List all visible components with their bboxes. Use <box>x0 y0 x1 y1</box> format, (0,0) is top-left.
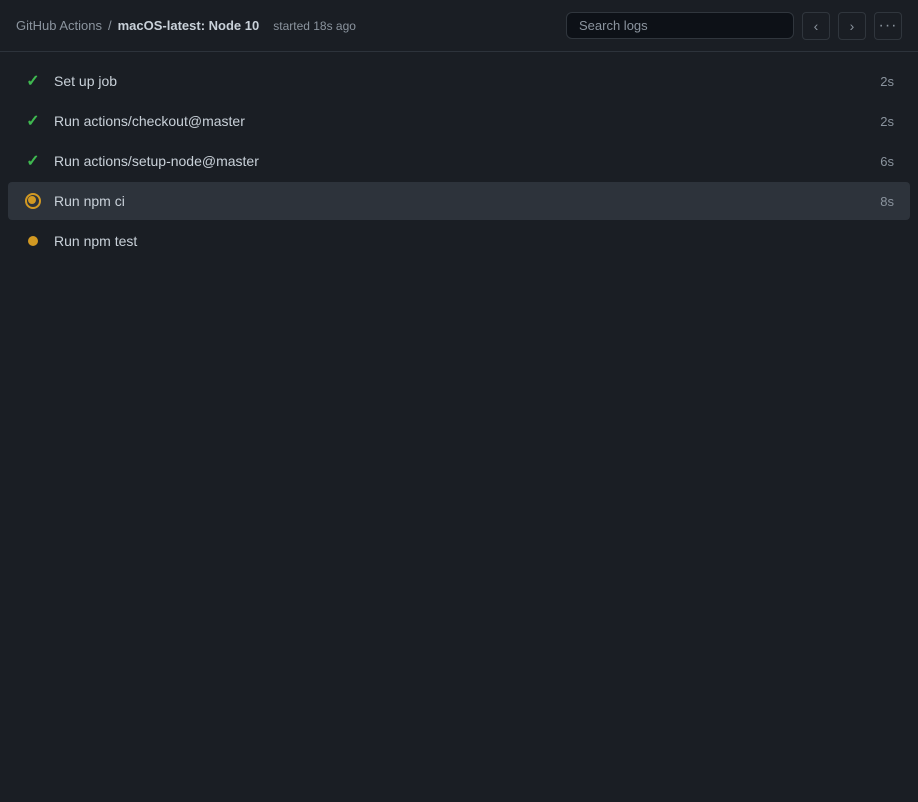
search-input[interactable] <box>566 12 794 39</box>
more-button[interactable]: ··· <box>874 12 902 40</box>
job-duration: 2s <box>880 114 894 129</box>
job-name: Run actions/setup-node@master <box>54 153 259 169</box>
job-item[interactable]: Run npm ci 8s <box>8 182 910 220</box>
job-item-left: ✓ Set up job <box>24 72 117 90</box>
success-icon: ✓ <box>24 152 42 170</box>
breadcrumb-prefix: GitHub Actions <box>16 18 102 33</box>
job-name: Run actions/checkout@master <box>54 113 245 129</box>
started-label: started 18s ago <box>273 19 356 33</box>
prev-button[interactable]: ‹ <box>802 12 830 40</box>
job-item[interactable]: ✓ Run actions/setup-node@master 6s <box>8 142 910 180</box>
header-right: ‹ › ··· <box>566 12 902 40</box>
job-item-left: Run npm ci <box>24 192 125 210</box>
breadcrumb-separator: / <box>108 18 112 33</box>
breadcrumb-title: macOS-latest: Node 10 <box>118 18 260 33</box>
job-duration: 8s <box>880 194 894 209</box>
next-button[interactable]: › <box>838 12 866 40</box>
job-item[interactable]: Run npm test <box>8 222 910 260</box>
job-item[interactable]: ✓ Run actions/checkout@master 2s <box>8 102 910 140</box>
job-item-left: Run npm test <box>24 232 137 250</box>
success-icon: ✓ <box>24 72 42 90</box>
job-list: ✓ Set up job 2s ✓ Run actions/checkout@m… <box>0 52 918 270</box>
job-item[interactable]: ✓ Set up job 2s <box>8 62 910 100</box>
job-duration: 6s <box>880 154 894 169</box>
success-icon: ✓ <box>24 112 42 130</box>
header-left: GitHub Actions / macOS-latest: Node 10 s… <box>16 18 356 33</box>
job-item-left: ✓ Run actions/checkout@master <box>24 112 245 130</box>
running-icon <box>24 192 42 210</box>
job-name: Set up job <box>54 73 117 89</box>
job-name: Run npm ci <box>54 193 125 209</box>
page-container: GitHub Actions / macOS-latest: Node 10 s… <box>0 0 918 270</box>
job-item-left: ✓ Run actions/setup-node@master <box>24 152 259 170</box>
job-name: Run npm test <box>54 233 137 249</box>
header: GitHub Actions / macOS-latest: Node 10 s… <box>0 0 918 52</box>
pending-icon <box>24 232 42 250</box>
job-duration: 2s <box>880 74 894 89</box>
